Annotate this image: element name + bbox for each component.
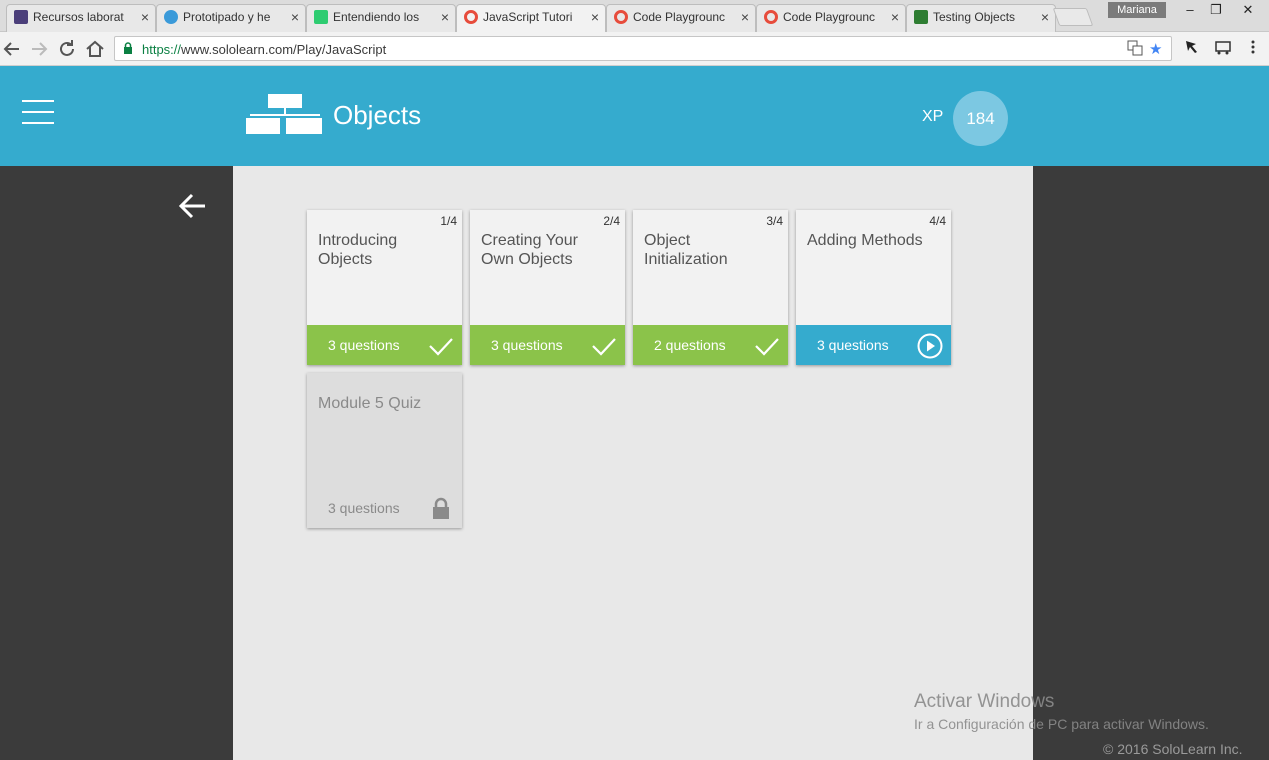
browser-tab-5[interactable]: Code Playgrounc × bbox=[606, 4, 756, 32]
code-favicon-icon bbox=[14, 10, 28, 24]
sololearn-favicon-icon bbox=[464, 10, 478, 24]
lesson-card[interactable]: 4/4 Adding Methods 3 questions bbox=[796, 210, 951, 365]
browser-tab-strip: Recursos laborat × Prototipado y he × En… bbox=[0, 0, 1269, 32]
lesson-title: Adding Methods bbox=[807, 232, 923, 249]
back-arrow-icon[interactable] bbox=[177, 190, 209, 222]
lesson-number: 1/4 bbox=[440, 214, 457, 228]
lock-icon bbox=[124, 42, 132, 54]
checkmark-icon bbox=[429, 338, 453, 356]
extension-icon[interactable] bbox=[1184, 39, 1200, 59]
lesson-number: 2/4 bbox=[603, 214, 620, 228]
tab-title: Recursos laborat bbox=[33, 10, 124, 24]
question-count: 3 questions bbox=[491, 337, 563, 353]
browser-tab-7[interactable]: Testing Objects × bbox=[906, 4, 1056, 32]
close-tab-icon[interactable]: × bbox=[141, 5, 149, 29]
tab-title: Testing Objects bbox=[933, 10, 1016, 24]
app-header: Objects XP 184 bbox=[0, 66, 1269, 166]
close-tab-icon[interactable]: × bbox=[441, 5, 449, 29]
home-icon[interactable] bbox=[83, 37, 107, 61]
question-count: 3 questions bbox=[328, 337, 400, 353]
translate-icon[interactable] bbox=[1127, 40, 1143, 60]
close-tab-icon[interactable]: × bbox=[291, 5, 299, 29]
sololearn-favicon-icon bbox=[764, 10, 778, 24]
question-count: 3 questions bbox=[328, 500, 400, 516]
quiz-status-bar: 3 questions bbox=[307, 488, 462, 528]
browser-tab-2[interactable]: Prototipado y he × bbox=[156, 4, 306, 32]
lesson-status-bar: 2 questions bbox=[633, 325, 788, 365]
lessons-panel: 1/4 Introducing Objects 3 questions 2/4 … bbox=[233, 166, 1033, 760]
tab-title: Code Playgrounc bbox=[783, 10, 876, 24]
back-icon[interactable] bbox=[0, 37, 24, 61]
copyright-footer: © 2016 SoloLearn Inc. bbox=[1103, 741, 1243, 757]
question-count: 2 questions bbox=[654, 337, 726, 353]
tab-title: Code Playgrounc bbox=[633, 10, 726, 24]
address-bar[interactable]: https://www.sololearn.com/Play/JavaScrip… bbox=[114, 36, 1172, 61]
question-count: 3 questions bbox=[817, 337, 889, 353]
lesson-number: 3/4 bbox=[766, 214, 783, 228]
lock-icon bbox=[433, 497, 449, 519]
menu-icon[interactable] bbox=[1250, 39, 1256, 59]
browser-tab-4[interactable]: JavaScript Tutori × bbox=[456, 4, 606, 32]
site-favicon-icon bbox=[164, 10, 178, 24]
new-tab-button[interactable] bbox=[1052, 8, 1094, 26]
lesson-card[interactable]: 1/4 Introducing Objects 3 questions bbox=[307, 210, 462, 365]
page-title: Objects bbox=[333, 100, 422, 130]
minimize-icon[interactable]: – bbox=[1178, 2, 1202, 17]
hamburger-menu-icon[interactable] bbox=[22, 100, 54, 126]
close-tab-icon[interactable]: × bbox=[741, 5, 749, 29]
lesson-card[interactable]: 3/4 Object Initialization 2 questions bbox=[633, 210, 788, 365]
windows-activation-title: Activar Windows bbox=[914, 691, 1055, 712]
reload-icon[interactable] bbox=[55, 37, 79, 61]
lesson-status-bar: 3 questions bbox=[796, 325, 951, 365]
checkmark-icon bbox=[755, 338, 779, 356]
browser-toolbar: https://www.sololearn.com/Play/JavaScrip… bbox=[0, 32, 1269, 66]
lesson-title: Creating Your Own Objects bbox=[481, 232, 578, 268]
lesson-title: Object Initialization bbox=[644, 232, 728, 268]
quiz-card: Module 5 Quiz 3 questions bbox=[307, 373, 462, 528]
checkmark-icon bbox=[592, 338, 616, 356]
cast-icon[interactable] bbox=[1214, 39, 1232, 59]
star-icon[interactable]: ★ bbox=[1149, 40, 1162, 58]
tab-title: Prototipado y he bbox=[183, 10, 271, 24]
lesson-card[interactable]: 2/4 Creating Your Own Objects 3 question… bbox=[470, 210, 625, 365]
close-tab-icon[interactable]: × bbox=[891, 5, 899, 29]
lesson-title: Introducing Objects bbox=[318, 232, 398, 268]
browser-tab-3[interactable]: Entendiendo los × bbox=[306, 4, 456, 32]
restore-icon[interactable]: ❐ bbox=[1204, 2, 1228, 18]
sheet-favicon-icon bbox=[914, 10, 928, 24]
profile-badge[interactable]: Mariana bbox=[1108, 2, 1166, 18]
medium-favicon-icon bbox=[314, 10, 328, 24]
play-circle-icon[interactable] bbox=[917, 333, 943, 359]
module-objects-icon bbox=[246, 94, 322, 134]
quiz-title: Module 5 Quiz bbox=[318, 395, 422, 412]
xp-badge[interactable]: 184 bbox=[953, 91, 1008, 146]
forward-icon[interactable] bbox=[27, 37, 51, 61]
lesson-number: 4/4 bbox=[929, 214, 946, 228]
lesson-status-bar: 3 questions bbox=[307, 325, 462, 365]
sololearn-favicon-icon bbox=[614, 10, 628, 24]
lesson-status-bar: 3 questions bbox=[470, 325, 625, 365]
xp-label: XP bbox=[922, 108, 944, 125]
windows-activation-text: Ir a Configuración de PC para activar Wi… bbox=[914, 716, 1209, 732]
close-tab-icon[interactable]: × bbox=[591, 5, 599, 29]
browser-tab-6[interactable]: Code Playgrounc × bbox=[756, 4, 906, 32]
close-window-icon[interactable]: ✕ bbox=[1236, 2, 1260, 18]
url-text: https://www.sololearn.com/Play/JavaScrip… bbox=[142, 42, 387, 57]
close-tab-icon[interactable]: × bbox=[1041, 5, 1049, 29]
tab-title: Entendiendo los bbox=[333, 10, 420, 24]
tab-title: JavaScript Tutori bbox=[483, 10, 573, 24]
browser-tab-1[interactable]: Recursos laborat × bbox=[6, 4, 156, 32]
